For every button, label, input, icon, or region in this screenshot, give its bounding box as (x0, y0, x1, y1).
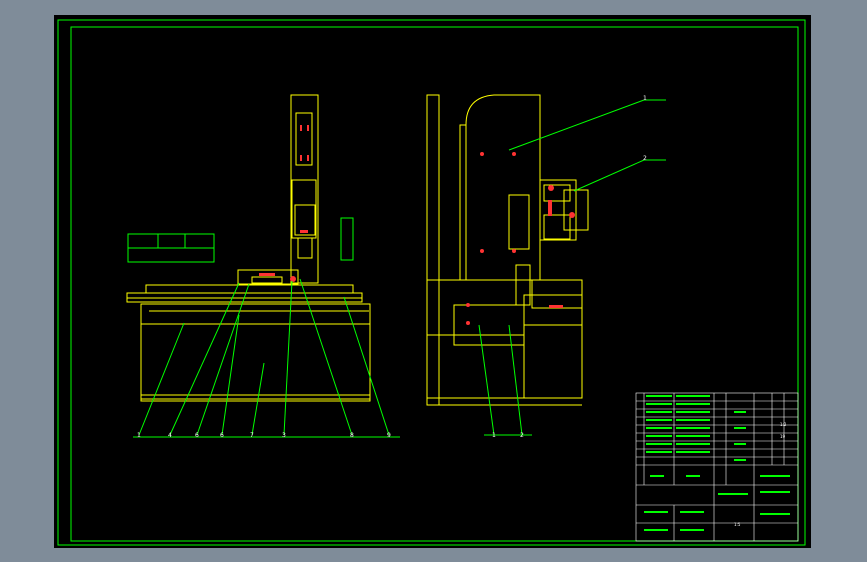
drawing-sheet: 1 4 6 6 7 3 8 9 1 2 1 2 1:5 1:2 19 (54, 15, 811, 548)
callout-label: 6 (220, 432, 224, 439)
outer-frame (57, 19, 806, 546)
inner-frame (70, 26, 799, 542)
side-view (426, 94, 589, 406)
title-block-notes (644, 395, 790, 531)
title-block-sheet-no: 19 (780, 434, 786, 439)
title-block (635, 392, 799, 542)
callout-label: 9 (387, 432, 391, 439)
side-callout-label: 1 (643, 95, 647, 102)
front-leaders (133, 99, 666, 438)
side-bottom-label: 1 (492, 432, 496, 439)
side-bottom-label: 2 (520, 432, 524, 439)
title-block-scale: 1:5 (734, 522, 741, 527)
side-callout-label: 2 (643, 155, 647, 162)
callout-label: 1 (137, 432, 141, 439)
callout-label: 4 (168, 432, 172, 439)
title-block-sheet-label: 1:2 (780, 422, 787, 427)
callout-label: 3 (282, 432, 286, 439)
callout-label: 6 (195, 432, 199, 439)
cad-drawing (57, 19, 806, 546)
callout-label: 8 (350, 432, 354, 439)
callout-label: 7 (250, 432, 254, 439)
front-spec-boxes (127, 217, 354, 263)
